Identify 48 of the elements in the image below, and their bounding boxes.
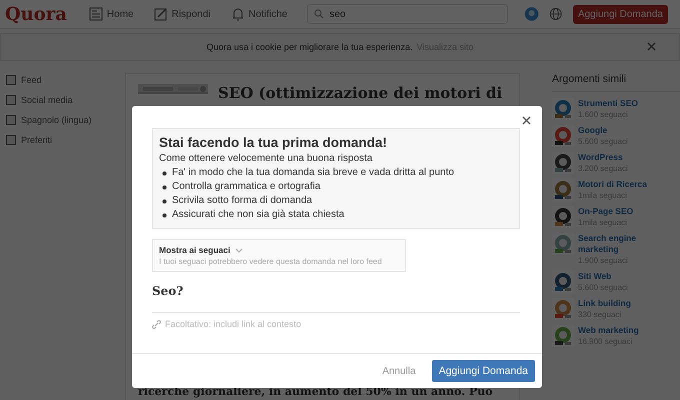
bullet-icon	[162, 198, 167, 204]
tip-text: Fa' in modo che la tua domanda sia breve e vada dritta al punto	[172, 166, 454, 180]
sidebar-item[interactable]: Feed	[6, 75, 125, 85]
related-heading: Argomenti simili	[552, 73, 680, 92]
bullet-icon	[162, 170, 167, 176]
tips-title: Stai facendo la tua prima domanda!	[159, 135, 388, 150]
add-question-button[interactable]: Aggiungi Domanda	[572, 4, 668, 24]
cancel-button[interactable]: Annulla	[376, 364, 422, 378]
submit-button[interactable]: Aggiungi Domanda	[432, 360, 535, 382]
link-field[interactable]: Facoltativo: includi link al contesto	[152, 319, 521, 329]
topic-link[interactable]: Link building	[578, 298, 678, 309]
question-field[interactable]: Seo?	[152, 284, 520, 313]
topic-title: SEO (ottimizzazione dei motori di	[218, 84, 502, 102]
tip-text: Scrivila sotto forma di domanda	[172, 194, 312, 208]
nav-link[interactable]: Notifiche	[230, 7, 288, 21]
bullet-icon	[162, 184, 167, 190]
close-icon[interactable]	[522, 116, 531, 125]
sidebar-item[interactable]: Spagnolo (lingua)	[6, 115, 125, 125]
cookie-text: Quora usa i cookie per migliorare la tua esperienza.	[206, 42, 413, 52]
topic-link[interactable]: Web marketing	[578, 325, 678, 336]
logo[interactable]: Quora	[5, 4, 67, 24]
chevron-down-icon	[235, 248, 244, 252]
topic-link[interactable]: On-Page SEO	[578, 206, 678, 217]
tip-text: Assicurati che non sia già stata chiesta	[172, 208, 344, 222]
audience-label: Mostra ai seguaci	[159, 245, 230, 255]
link-icon	[152, 320, 161, 328]
topic-link[interactable]: Motori di Ricerca	[578, 179, 678, 190]
pencil-icon	[154, 7, 168, 21]
nav-link[interactable]: Rispondi	[154, 7, 211, 21]
topic-link[interactable]: Google	[578, 125, 678, 136]
topic-link[interactable]: Strumenti SEO	[578, 98, 678, 109]
sidebar-item[interactable]: Preferiti	[6, 135, 125, 145]
tips-intro: Come ottenere velocemente una buona risposta	[159, 152, 374, 166]
globe-icon[interactable]	[549, 6, 563, 22]
topic-link[interactable]: WordPress	[578, 152, 678, 163]
audience-selector[interactable]: Mostra ai seguaci I tuoi seguaci potrebbero vedere questa domanda nel loro feed	[152, 239, 406, 272]
sidebar-item[interactable]: Social media	[6, 95, 125, 105]
tip-text: Controlla grammatica e ortografia	[172, 180, 320, 194]
audience-hint: I tuoi seguaci potrebbero vedere questa domanda nel loro feed	[159, 257, 383, 266]
bell-icon	[230, 7, 245, 21]
avatar-icon[interactable]	[524, 5, 540, 23]
topic-link[interactable]: Search engine marketing	[578, 233, 678, 255]
search-icon	[314, 9, 324, 19]
nav-link[interactable]: Home	[88, 7, 134, 21]
search-field[interactable]: seo	[307, 4, 508, 24]
topic-link[interactable]: Siti Web	[578, 271, 678, 282]
bullet-icon	[162, 212, 167, 218]
feed-icon	[88, 7, 103, 21]
